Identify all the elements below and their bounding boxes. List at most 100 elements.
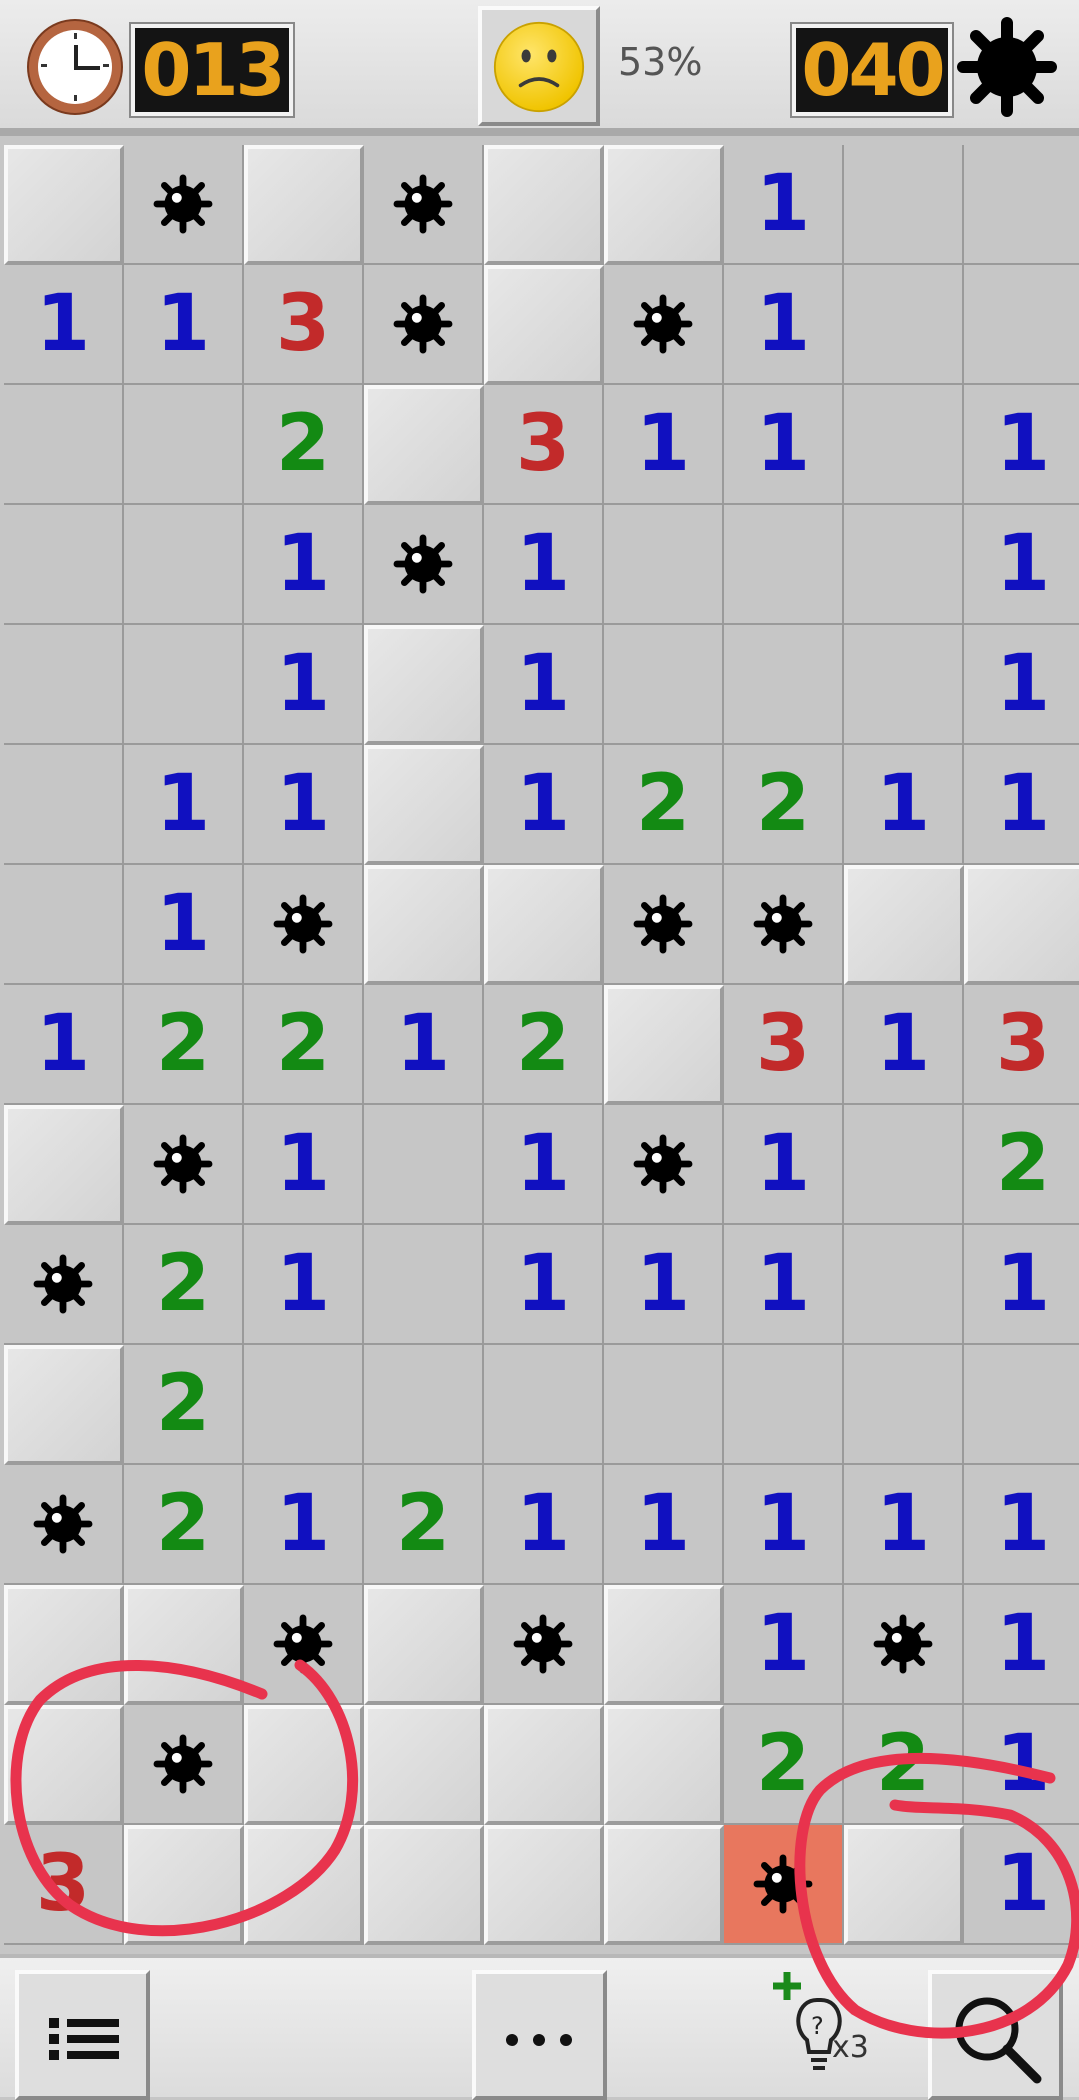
board-cell[interactable]: 2 bbox=[484, 985, 604, 1105]
board-cell[interactable]: 1 bbox=[964, 1225, 1079, 1345]
board-cell[interactable]: 2 bbox=[964, 1105, 1079, 1225]
board-cell[interactable] bbox=[844, 1225, 964, 1345]
board-cell[interactable]: 2 bbox=[724, 1705, 844, 1825]
board-cell[interactable] bbox=[364, 145, 484, 265]
board-cell[interactable]: 1 bbox=[484, 1105, 604, 1225]
board-cell[interactable]: 1 bbox=[724, 1225, 844, 1345]
board-cell[interactable]: 1 bbox=[604, 1465, 724, 1585]
board-cell[interactable] bbox=[364, 625, 484, 745]
board-cell[interactable]: 1 bbox=[244, 745, 364, 865]
board-cell[interactable]: 1 bbox=[124, 865, 244, 985]
board-cell[interactable] bbox=[844, 865, 964, 985]
board-cell[interactable] bbox=[844, 1585, 964, 1705]
board-cell[interactable] bbox=[364, 745, 484, 865]
board-cell[interactable] bbox=[4, 145, 124, 265]
board-cell[interactable]: 1 bbox=[844, 745, 964, 865]
board-cell[interactable] bbox=[244, 1585, 364, 1705]
board-cell[interactable]: 1 bbox=[724, 1465, 844, 1585]
board-cell[interactable] bbox=[244, 1705, 364, 1825]
board-cell[interactable] bbox=[484, 1585, 604, 1705]
board-cell[interactable]: 1 bbox=[724, 265, 844, 385]
board-cell[interactable]: 1 bbox=[4, 265, 124, 385]
board-cell[interactable] bbox=[4, 625, 124, 745]
board-cell[interactable]: 1 bbox=[244, 1225, 364, 1345]
board-cell[interactable]: 1 bbox=[964, 505, 1079, 625]
search-button[interactable] bbox=[928, 1970, 1063, 2100]
board-cell[interactable] bbox=[124, 1105, 244, 1225]
board-cell[interactable] bbox=[4, 865, 124, 985]
board-cell[interactable]: 1 bbox=[724, 1585, 844, 1705]
board-cell[interactable] bbox=[124, 1705, 244, 1825]
board-cell[interactable] bbox=[4, 1105, 124, 1225]
board-cell[interactable] bbox=[4, 1345, 124, 1465]
board-cell[interactable] bbox=[4, 1585, 124, 1705]
board-cell[interactable] bbox=[364, 1225, 484, 1345]
board-cell[interactable] bbox=[124, 145, 244, 265]
board-cell[interactable] bbox=[244, 865, 364, 985]
board-cell[interactable]: 1 bbox=[844, 985, 964, 1105]
board-cell[interactable]: 1 bbox=[724, 145, 844, 265]
board-cell[interactable] bbox=[124, 625, 244, 745]
board-cell[interactable]: 1 bbox=[724, 1105, 844, 1225]
board-cell[interactable] bbox=[124, 385, 244, 505]
board-cell[interactable] bbox=[844, 1825, 964, 1945]
board-cell[interactable] bbox=[964, 1345, 1079, 1465]
board-cell[interactable]: 1 bbox=[244, 625, 364, 745]
board-cell[interactable]: 2 bbox=[724, 745, 844, 865]
board-cell[interactable]: 2 bbox=[124, 1225, 244, 1345]
board-cell[interactable] bbox=[724, 1825, 844, 1945]
board-cell[interactable] bbox=[4, 385, 124, 505]
board-cell[interactable] bbox=[604, 505, 724, 625]
board-cell[interactable] bbox=[4, 1465, 124, 1585]
board-cell[interactable] bbox=[844, 625, 964, 745]
board-cell[interactable] bbox=[364, 1825, 484, 1945]
board-cell[interactable]: 2 bbox=[364, 1465, 484, 1585]
board-cell[interactable]: 1 bbox=[964, 1705, 1079, 1825]
board-cell[interactable]: 1 bbox=[484, 1225, 604, 1345]
new-game-face-button[interactable] bbox=[478, 6, 600, 126]
board-cell[interactable] bbox=[4, 745, 124, 865]
board-cell[interactable] bbox=[4, 1225, 124, 1345]
board-cell[interactable]: 3 bbox=[484, 385, 604, 505]
board-cell[interactable] bbox=[484, 1825, 604, 1945]
board-cell[interactable]: 1 bbox=[844, 1465, 964, 1585]
board-cell[interactable]: 1 bbox=[484, 745, 604, 865]
board-cell[interactable] bbox=[244, 1825, 364, 1945]
board-cell[interactable] bbox=[604, 865, 724, 985]
board-cell[interactable]: 1 bbox=[964, 625, 1079, 745]
board-cell[interactable] bbox=[604, 1105, 724, 1225]
board-cell[interactable] bbox=[844, 1105, 964, 1225]
board-cell[interactable] bbox=[724, 1345, 844, 1465]
board-cell[interactable]: 2 bbox=[604, 745, 724, 865]
board-cell[interactable] bbox=[604, 1825, 724, 1945]
board-cell[interactable] bbox=[844, 265, 964, 385]
board-cell[interactable]: 2 bbox=[244, 385, 364, 505]
board-cell[interactable]: 1 bbox=[604, 1225, 724, 1345]
board-cell[interactable]: 1 bbox=[724, 385, 844, 505]
board-cell[interactable] bbox=[604, 145, 724, 265]
board-cell[interactable] bbox=[364, 505, 484, 625]
board-cell[interactable]: 3 bbox=[724, 985, 844, 1105]
more-options-button[interactable] bbox=[472, 1970, 607, 2100]
board-cell[interactable]: 2 bbox=[124, 985, 244, 1105]
board-cell[interactable] bbox=[964, 865, 1079, 985]
board-cell[interactable] bbox=[4, 1705, 124, 1825]
board-cell[interactable] bbox=[604, 985, 724, 1105]
board-cell[interactable]: 1 bbox=[4, 985, 124, 1105]
board-cell[interactable]: 1 bbox=[244, 505, 364, 625]
board-cell[interactable] bbox=[604, 1345, 724, 1465]
board-cell[interactable] bbox=[364, 1585, 484, 1705]
board-cell[interactable]: 1 bbox=[484, 1465, 604, 1585]
board-cell[interactable] bbox=[604, 265, 724, 385]
board-cell[interactable]: 1 bbox=[244, 1105, 364, 1225]
board-cell[interactable] bbox=[604, 1705, 724, 1825]
board-cell[interactable] bbox=[364, 265, 484, 385]
board-cell[interactable]: 2 bbox=[244, 985, 364, 1105]
board-cell[interactable] bbox=[484, 145, 604, 265]
board-cell[interactable] bbox=[604, 1585, 724, 1705]
board-cell[interactable]: 3 bbox=[244, 265, 364, 385]
board-cell[interactable]: 1 bbox=[604, 385, 724, 505]
board-cell[interactable]: 2 bbox=[124, 1345, 244, 1465]
board-cell[interactable] bbox=[724, 865, 844, 985]
board-cell[interactable] bbox=[484, 865, 604, 985]
